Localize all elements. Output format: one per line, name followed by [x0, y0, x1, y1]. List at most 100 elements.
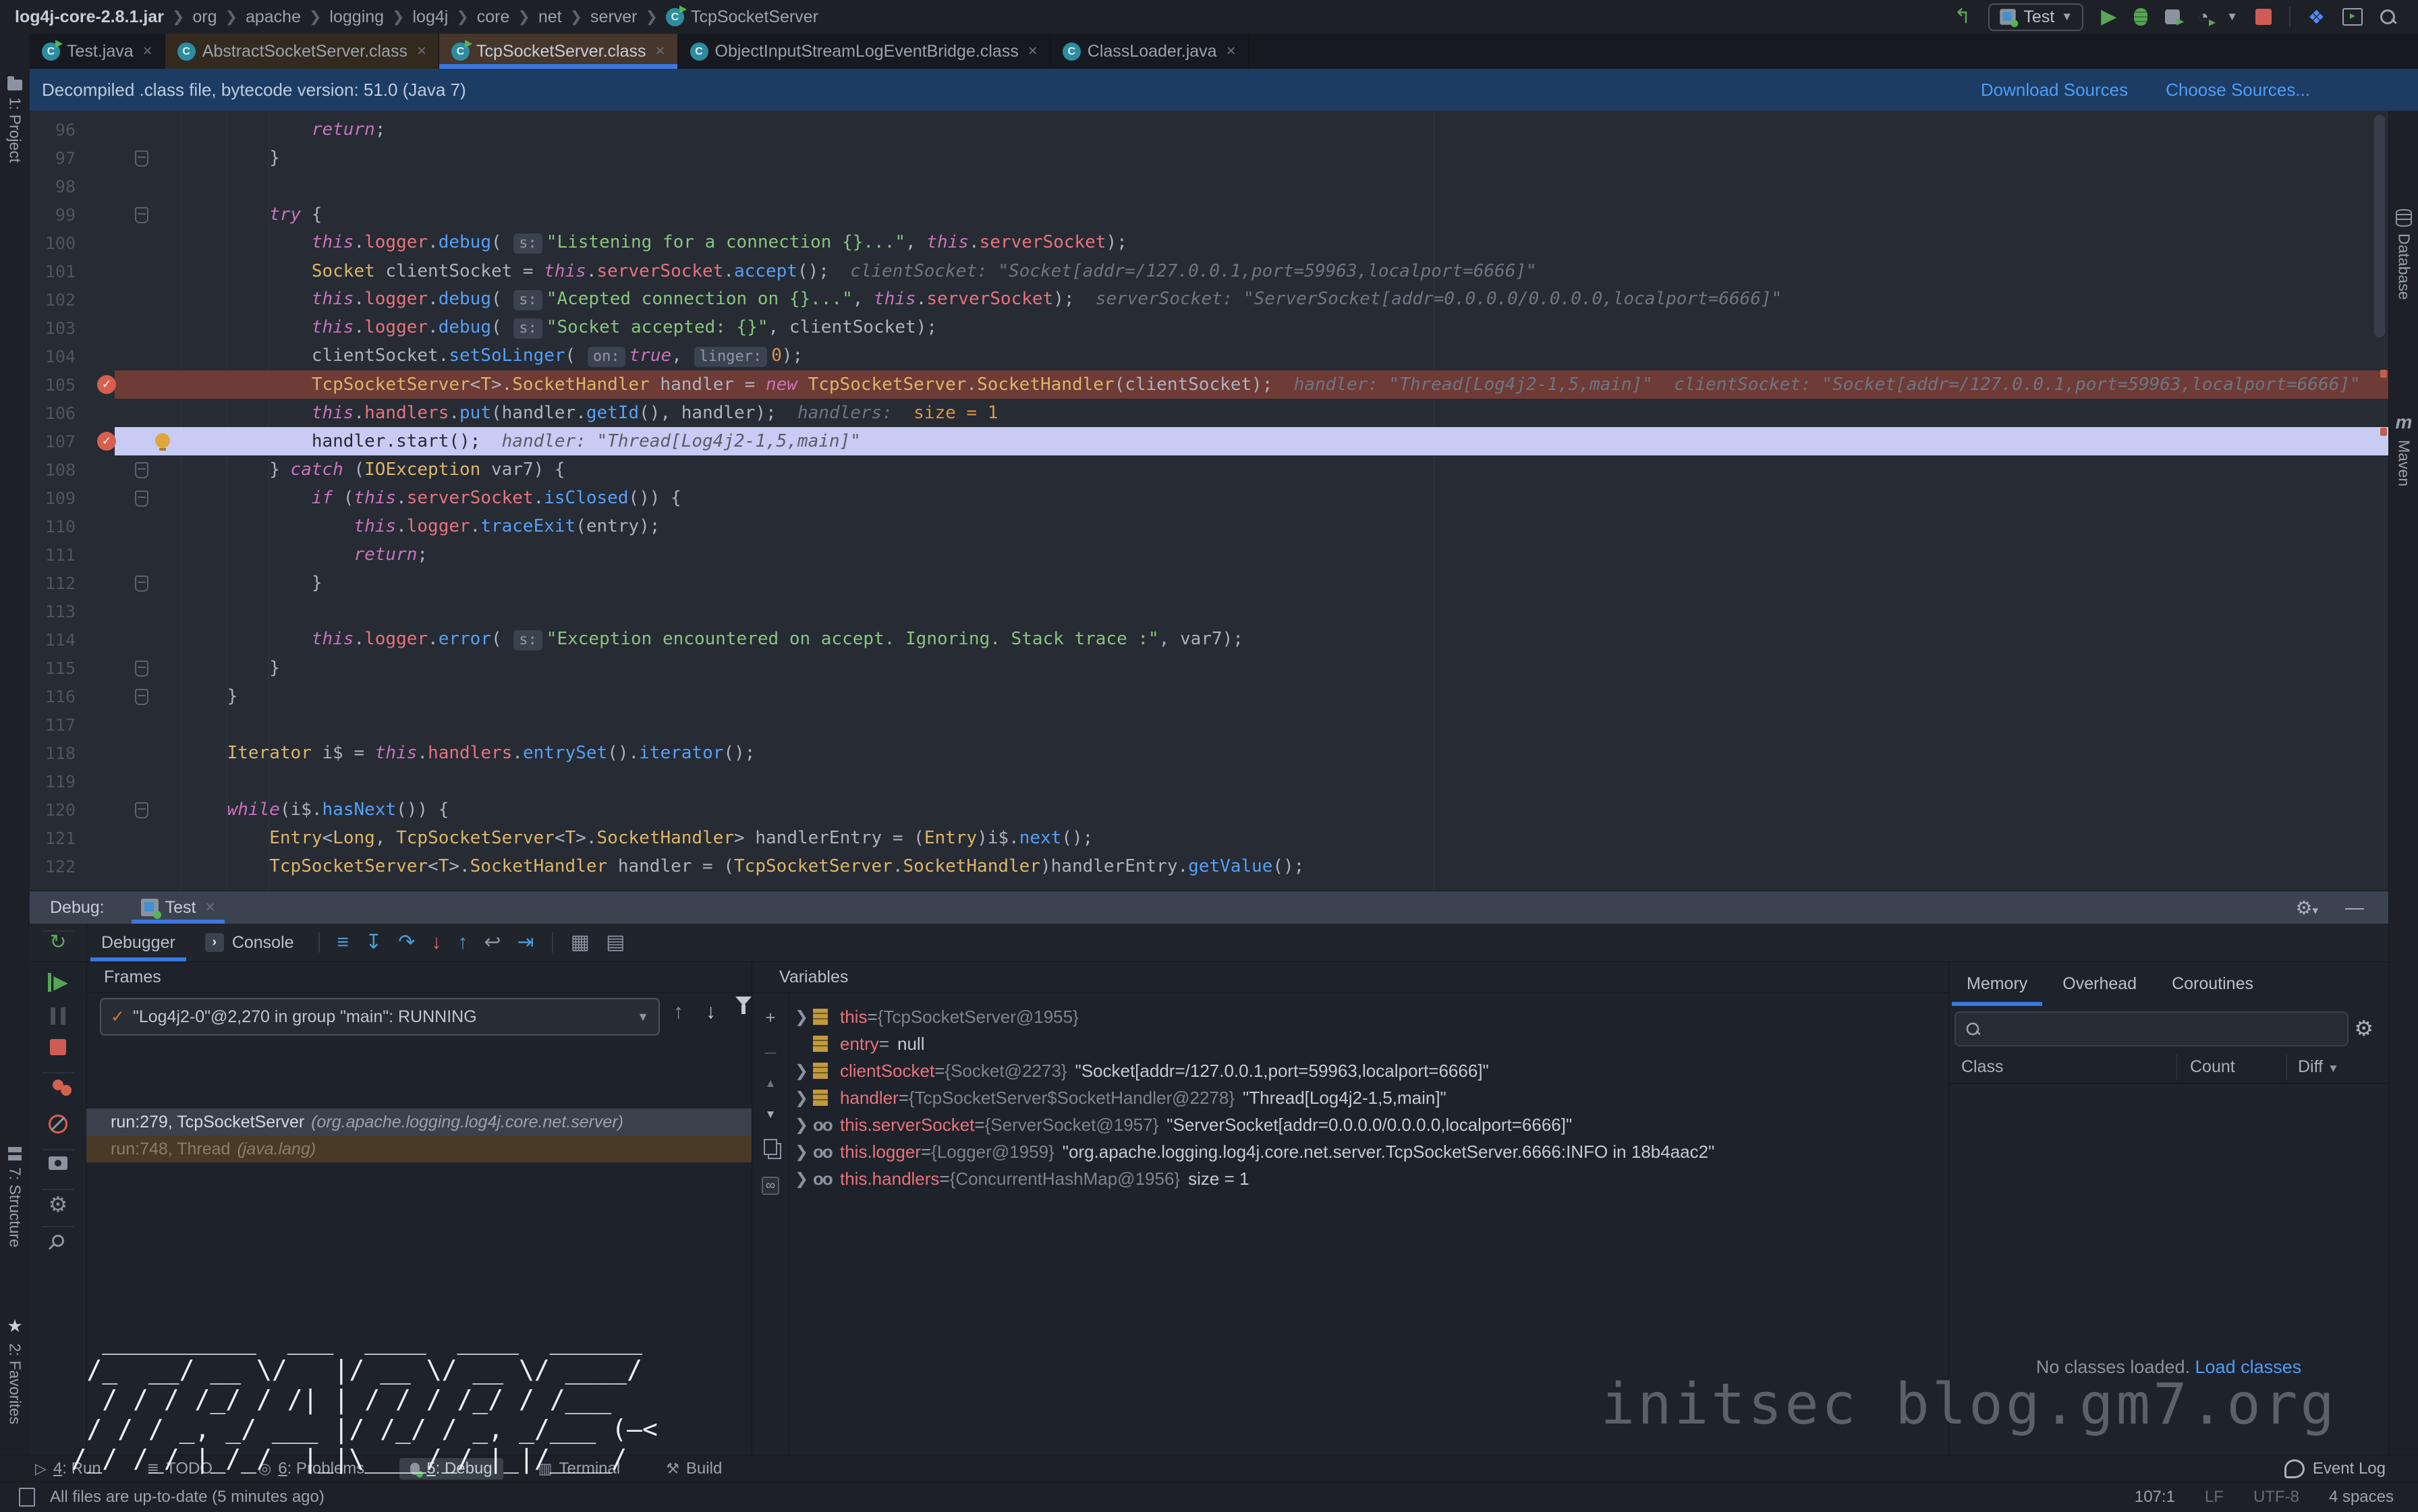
indent-style[interactable]: 4 spaces	[2329, 1488, 2394, 1507]
breadcrumb-class[interactable]: TcpSocketServer	[691, 7, 818, 27]
sidebar-item-structure[interactable]: 7: Structure	[0, 1147, 30, 1248]
sidebar-item-database[interactable]: Database	[2389, 209, 2418, 300]
intention-bulb-icon[interactable]	[155, 433, 170, 448]
file-encoding[interactable]: UTF-8	[2253, 1488, 2299, 1507]
back-arrow-icon[interactable]: ↰	[1954, 7, 1971, 27]
pause-icon[interactable]	[51, 1007, 65, 1025]
force-step-over-icon[interactable]: ↓	[423, 932, 449, 953]
fold-marker-icon[interactable]	[135, 491, 148, 507]
close-icon[interactable]: ×	[202, 898, 215, 917]
debug-icon[interactable]	[2134, 8, 2147, 26]
toolwindow-button-terminal[interactable]: ▥Terminal	[528, 1458, 631, 1480]
tab-coroutines[interactable]: Coroutines	[2154, 961, 2271, 1006]
toolwindow-button-6-problems[interactable]: ◎6: Problems	[248, 1458, 375, 1480]
breadcrumb-item[interactable]: apache	[246, 7, 301, 27]
line-number[interactable]: 109	[30, 488, 85, 508]
line-number[interactable]: 113	[30, 602, 85, 621]
breadcrumb-item[interactable]: core	[477, 7, 510, 27]
line-number[interactable]: 105	[30, 375, 85, 395]
stop-icon[interactable]	[50, 1039, 66, 1055]
line-number[interactable]: 108	[30, 460, 85, 480]
tab-overhead[interactable]: Overhead	[2045, 961, 2154, 1006]
frame-row[interactable]: run:279, TcpSocketServer(org.apache.logg…	[86, 1109, 752, 1136]
close-icon[interactable]: ×	[1025, 42, 1038, 61]
filter-icon[interactable]	[735, 1006, 752, 1029]
run-configuration-select[interactable]: Test ▼	[1988, 3, 2083, 31]
tab-debugger[interactable]: Debugger	[86, 924, 190, 961]
expand-chevron-icon[interactable]: ❯	[790, 1142, 813, 1162]
code-editor[interactable]: 96 return;97 }9899 try {100 this.logger.…	[30, 111, 2388, 891]
variable-row[interactable]: ❯oothis.logger = {Logger@1959}"org.apach…	[790, 1138, 1949, 1165]
variable-row[interactable]: ❯oothis.handlers = {ConcurrentHashMap@19…	[790, 1165, 1949, 1192]
toolwindow-button-4-run[interactable]: ▷4: Run	[24, 1458, 112, 1480]
gear-icon[interactable]: ⚙	[2354, 1015, 2373, 1041]
editor-scrollbar[interactable]	[2374, 115, 2385, 337]
line-number[interactable]: 115	[30, 659, 85, 678]
step-out-icon[interactable]: ↑	[449, 932, 476, 953]
line-number[interactable]: 114	[30, 630, 85, 650]
line-number[interactable]: 100	[30, 233, 85, 253]
fold-marker-icon[interactable]	[135, 150, 148, 167]
breadcrumb-item[interactable]: log4j	[413, 7, 449, 27]
line-number[interactable]: 119	[30, 772, 85, 791]
column-count[interactable]: Count	[2190, 1057, 2235, 1077]
run-icon[interactable]: ▶	[2101, 7, 2116, 27]
sidebar-item-favorites[interactable]: ★ 2: Favorites	[0, 1316, 30, 1424]
mute-breakpoints-icon[interactable]	[49, 1115, 67, 1133]
error-stripe-mark[interactable]	[2380, 370, 2387, 378]
column-class[interactable]: Class	[1961, 1057, 2004, 1077]
line-number[interactable]: 101	[30, 262, 85, 281]
evaluate-expression-icon[interactable]: ▦	[563, 932, 598, 953]
line-number[interactable]: 117	[30, 715, 85, 735]
view-breakpoints-icon[interactable]	[53, 1080, 63, 1090]
line-number[interactable]: 98	[30, 177, 85, 196]
line-number[interactable]: 112	[30, 573, 85, 593]
duplicate-icon[interactable]	[764, 1139, 777, 1155]
breakpoint-icon[interactable]: ✓	[97, 375, 116, 394]
line-number[interactable]: 102	[30, 290, 85, 310]
expand-chevron-icon[interactable]: ❯	[790, 1088, 813, 1108]
fold-marker-icon[interactable]	[135, 661, 148, 677]
variable-row[interactable]: ❯this = {TcpSocketServer@1955}	[790, 1003, 1949, 1030]
line-number[interactable]: 99	[30, 205, 85, 225]
editor-tab-tcpsocketserver-class[interactable]: CTcpSocketServer.class×	[439, 34, 678, 69]
editor-tab-classloader-java[interactable]: CClassLoader.java×	[1050, 34, 1249, 69]
toolwindow-button-todo[interactable]: ≣TODO	[136, 1458, 223, 1480]
run-window-icon[interactable]: ▸	[2342, 8, 2363, 26]
gear-icon[interactable]: ⚙▾	[2295, 897, 2318, 919]
thread-selector[interactable]: ✓ "Log4j2-0"@2,270 in group "main": RUNN…	[100, 998, 660, 1036]
breadcrumb-item[interactable]: logging	[329, 7, 384, 27]
breadcrumb-jar[interactable]: log4j-core-2.8.1.jar	[15, 7, 164, 27]
profiler-icon[interactable]: ◔	[2197, 6, 2209, 28]
run-to-cursor-icon[interactable]: ⇥	[509, 932, 542, 953]
line-number[interactable]: 121	[30, 829, 85, 848]
expand-chevron-icon[interactable]: ❯	[790, 1115, 813, 1135]
profiler-chevron-icon[interactable]: ▼	[2226, 10, 2238, 24]
choose-sources-link[interactable]: Choose Sources...	[2166, 80, 2310, 101]
frame-row[interactable]: run:748, Thread(java.lang)	[86, 1136, 752, 1163]
load-classes-link[interactable]: Load classes	[2195, 1357, 2302, 1377]
step-over-icon[interactable]: ↷	[390, 932, 423, 953]
variable-row[interactable]: ❯oothis.serverSocket = {ServerSocket@195…	[790, 1111, 1949, 1138]
fold-marker-icon[interactable]	[135, 207, 148, 223]
download-sources-link[interactable]: Download Sources	[1981, 80, 2128, 101]
expand-chevron-icon[interactable]: ❯	[790, 1169, 813, 1189]
remove-watch-icon[interactable]: —	[765, 1046, 777, 1059]
variable-row[interactable]: ❯handler = {TcpSocketServer$SocketHandle…	[790, 1084, 1949, 1111]
breadcrumb-item[interactable]: org	[192, 7, 217, 27]
line-number[interactable]: 122	[30, 857, 85, 876]
fold-marker-icon[interactable]	[135, 802, 148, 818]
search-icon[interactable]	[2380, 9, 2395, 24]
close-icon[interactable]: ×	[414, 42, 426, 61]
project-structure-icon[interactable]: ❖	[2308, 6, 2325, 28]
line-number[interactable]: 118	[30, 744, 85, 763]
coverage-icon[interactable]	[2165, 9, 2180, 24]
move-down-icon[interactable]: ▼	[765, 1108, 777, 1121]
line-number[interactable]: 110	[30, 517, 85, 536]
line-number[interactable]: 106	[30, 403, 85, 423]
fold-marker-icon[interactable]	[135, 576, 148, 592]
settings-icon[interactable]: ⚙	[49, 1194, 68, 1215]
close-icon[interactable]: ×	[653, 42, 665, 61]
thread-dump-icon[interactable]	[49, 1156, 67, 1170]
memory-search-input[interactable]	[1955, 1011, 2349, 1046]
